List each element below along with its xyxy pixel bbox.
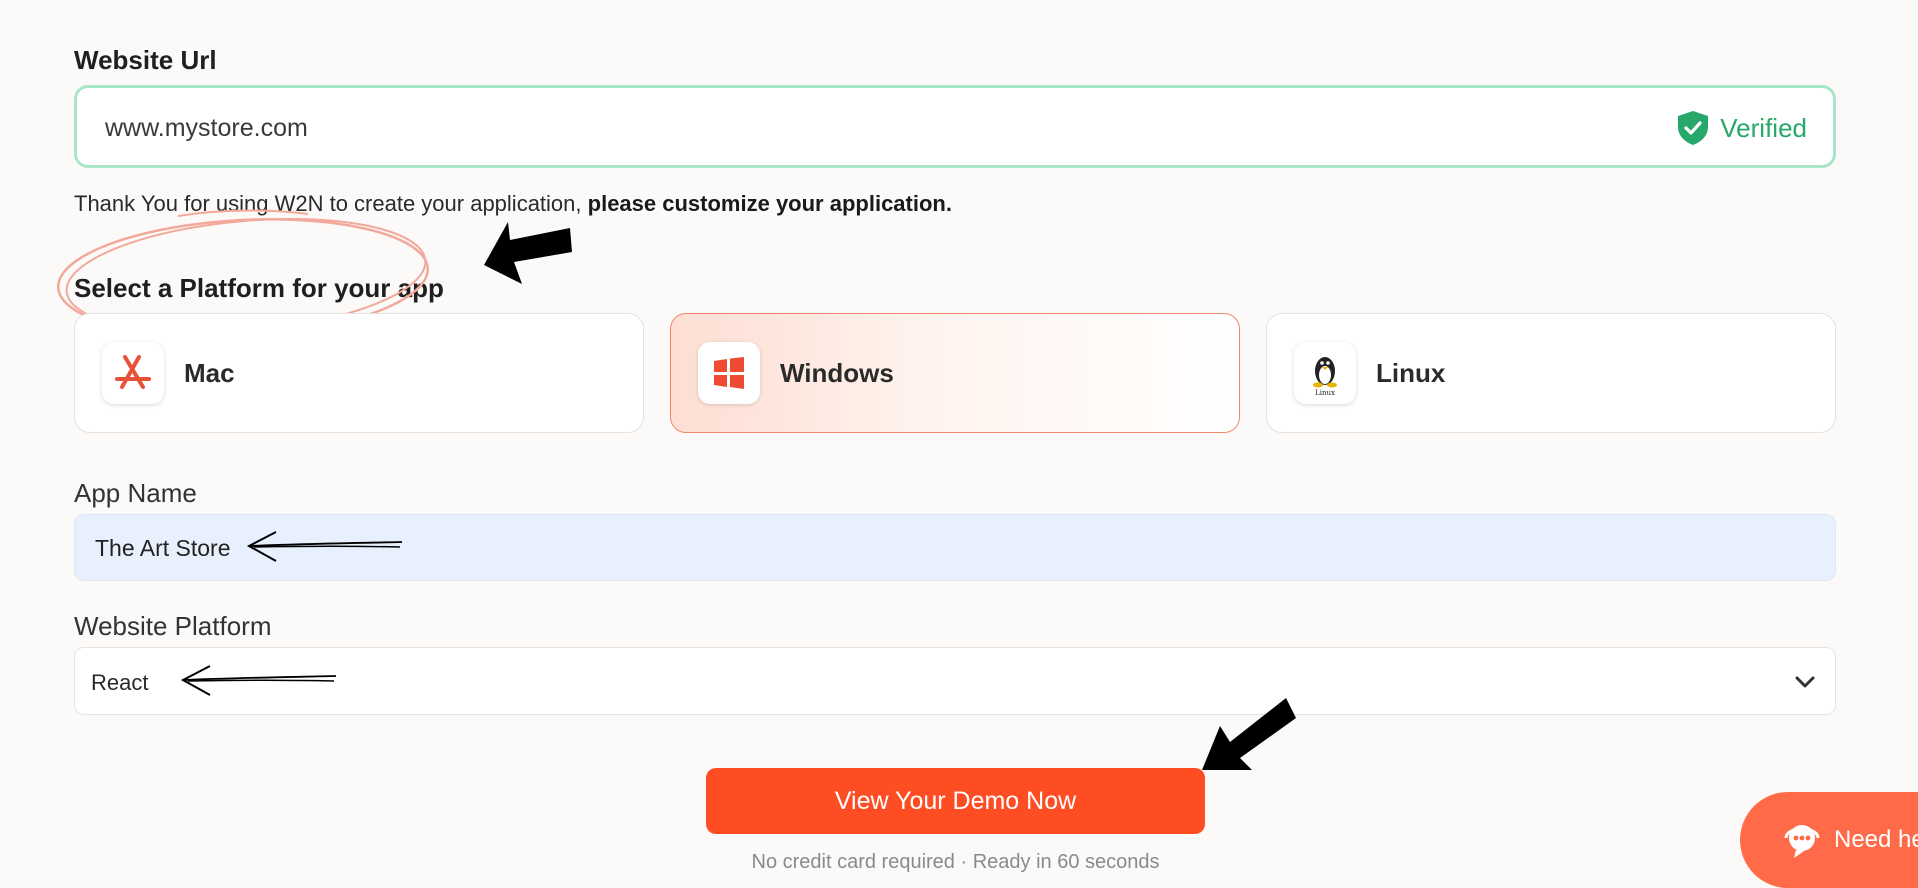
website-url-label: Website Url [74, 45, 217, 75]
verified-badge: Verified [1676, 110, 1807, 146]
website-platform-label: Website Platform [74, 611, 272, 641]
windows-icon [698, 342, 760, 404]
platform-card-windows[interactable]: Windows [670, 313, 1240, 433]
view-demo-button[interactable]: View Your Demo Now [706, 768, 1205, 834]
annotation-arrow-icon [484, 222, 572, 284]
platform-label-windows: Windows [780, 357, 894, 388]
platform-label-mac: Mac [184, 357, 235, 388]
annotation-arrow-left-icon [180, 665, 337, 696]
support-chat-icon [1784, 825, 1820, 858]
annotation-arrow-left-icon [246, 531, 403, 562]
app-name-value[interactable]: The Art Store [95, 535, 231, 562]
platform-label-linux: Linux [1376, 357, 1446, 388]
help-label: Need he [1834, 826, 1918, 853]
website-url-field[interactable]: www.mystore.com Verified [74, 85, 1836, 168]
linux-icon-caption: Linux [1315, 389, 1335, 397]
app-name-label: App Name [74, 478, 197, 508]
intro-bold: please customize your application. [587, 191, 952, 216]
platform-card-linux[interactable]: Linux Linux [1266, 313, 1836, 433]
annotation-arrow-icon [1202, 698, 1296, 770]
verified-text: Verified [1720, 112, 1807, 143]
linux-tux-icon: Linux [1294, 342, 1356, 404]
platform-card-mac[interactable]: Mac [74, 313, 644, 433]
chevron-down-icon[interactable] [1793, 670, 1817, 694]
website-url-value[interactable]: www.mystore.com [105, 114, 308, 143]
app-store-icon [102, 342, 164, 404]
shield-check-icon [1678, 111, 1709, 145]
website-platform-value[interactable]: React [91, 670, 148, 696]
help-chat-button[interactable]: Need he [1740, 792, 1918, 888]
